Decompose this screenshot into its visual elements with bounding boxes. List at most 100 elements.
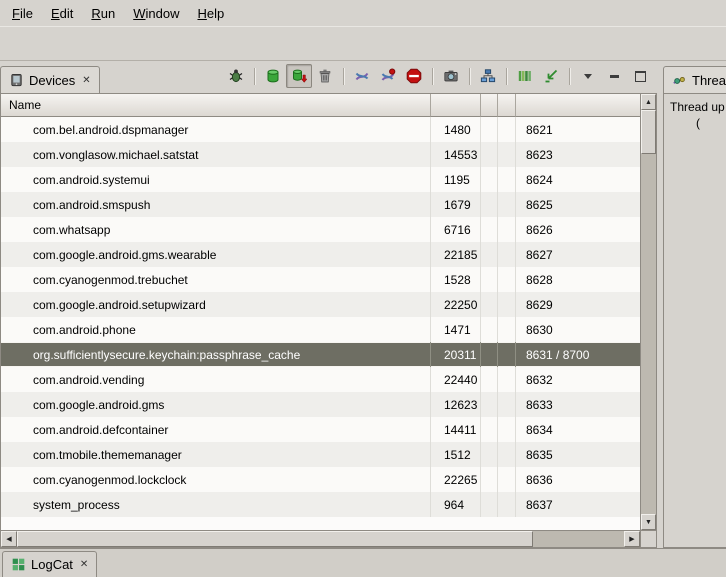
- menu-run[interactable]: Run: [82, 2, 124, 25]
- tab-logcat[interactable]: LogCat ✕: [2, 551, 97, 577]
- table-row[interactable]: org.sufficientlysecure.keychain:passphra…: [1, 342, 640, 367]
- table-row[interactable]: com.cyanogenmod.trebuchet 1528 8628: [1, 267, 640, 292]
- empty-cell: [498, 492, 516, 517]
- ddms-window: FileEditRunWindowHelp Devices ✕: [0, 0, 726, 577]
- process-name: system_process: [33, 498, 120, 512]
- table-row[interactable]: com.android.vending 22440 8632: [1, 367, 640, 392]
- column-header-name[interactable]: Name: [1, 94, 431, 117]
- view-hierarchy-icon[interactable]: [475, 64, 501, 88]
- menu-file[interactable]: File: [3, 2, 42, 25]
- process-name: com.google.android.setupwizard: [33, 298, 206, 312]
- start-method-profiling-icon[interactable]: [375, 64, 401, 88]
- update-threads-icon[interactable]: [349, 64, 375, 88]
- debug-process-icon[interactable]: [223, 64, 249, 88]
- table-row[interactable]: com.android.defcontainer 14411 8634: [1, 417, 640, 442]
- scroll-left-button[interactable]: ◀: [1, 531, 17, 547]
- vertical-scroll-thumb[interactable]: [641, 110, 656, 154]
- table-row[interactable]: com.android.smspush 1679 8625: [1, 192, 640, 217]
- maximize-icon[interactable]: [627, 64, 653, 88]
- process-port: 8636: [526, 473, 553, 487]
- process-port: 8637: [526, 498, 553, 512]
- process-pid: 14553: [444, 148, 477, 162]
- empty-cell: [498, 217, 516, 242]
- process-port: 8630: [526, 323, 553, 337]
- process-pid: 22440: [444, 373, 477, 387]
- toolbar-separator: [506, 68, 507, 85]
- process-port: 8621: [526, 123, 553, 137]
- main-toolbar: [0, 27, 726, 61]
- process-pid: 20311: [444, 348, 476, 362]
- empty-cell: [498, 342, 516, 367]
- table-row[interactable]: com.google.android.setupwizard 22250 862…: [1, 292, 640, 317]
- view-menu-icon[interactable]: [575, 64, 601, 88]
- empty-cell: [481, 242, 498, 267]
- update-heap-icon[interactable]: [260, 64, 286, 88]
- empty-cell: [498, 267, 516, 292]
- table-row[interactable]: com.tmobile.thememanager 1512 8635: [1, 442, 640, 467]
- systrace-icon[interactable]: [512, 64, 538, 88]
- horizontal-scroll-thumb[interactable]: [17, 531, 533, 547]
- table-row[interactable]: com.whatsapp 6716 8626: [1, 217, 640, 242]
- menu-edit[interactable]: Edit: [42, 2, 82, 25]
- scroll-down-button[interactable]: ▼: [641, 514, 656, 530]
- column-header-2[interactable]: [481, 94, 498, 117]
- horizontal-scrollbar[interactable]: ◀ ▶: [1, 530, 640, 547]
- toolbar-separator: [343, 68, 344, 85]
- close-icon[interactable]: ✕: [78, 559, 88, 570]
- table-row[interactable]: com.google.android.gms 12623 8633: [1, 392, 640, 417]
- process-port: 8625: [526, 198, 553, 212]
- process-pid: 1528: [444, 273, 471, 287]
- toolbar-separator: [432, 68, 433, 85]
- threads-tab-strip: Threads ✕: [663, 61, 726, 93]
- empty-cell: [481, 467, 498, 492]
- process-port: 8634: [526, 423, 553, 437]
- process-port: 8628: [526, 273, 553, 287]
- process-pid: 12623: [444, 398, 477, 412]
- tab-devices[interactable]: Devices ✕: [0, 66, 100, 93]
- table-row[interactable]: com.cyanogenmod.lockclock 22265 8636: [1, 467, 640, 492]
- process-name: com.whatsapp: [33, 223, 110, 237]
- table-row[interactable]: com.android.phone 1471 8630: [1, 317, 640, 342]
- process-pid: 1512: [444, 448, 471, 462]
- screen-capture-icon[interactable]: [438, 64, 464, 88]
- empty-cell: [481, 292, 498, 317]
- table-row[interactable]: com.bel.android.dspmanager 1480 8621: [1, 117, 640, 142]
- process-name: com.android.phone: [33, 323, 136, 337]
- vertical-scrollbar[interactable]: ▲ ▼: [640, 94, 656, 530]
- empty-cell: [498, 467, 516, 492]
- empty-cell: [498, 142, 516, 167]
- toolbar-separator: [569, 68, 570, 85]
- tab-logcat-label: LogCat: [31, 557, 73, 572]
- opengl-trace-icon[interactable]: [538, 64, 564, 88]
- column-header-port[interactable]: [516, 94, 640, 117]
- threads-message-line2: (: [670, 114, 726, 130]
- empty-cell: [498, 192, 516, 217]
- stop-process-icon[interactable]: [401, 64, 427, 88]
- menu-help[interactable]: Help: [188, 2, 233, 25]
- process-name: com.bel.android.dspmanager: [33, 123, 188, 137]
- process-name: com.android.defcontainer: [33, 423, 168, 437]
- vertical-scroll-track[interactable]: [641, 110, 656, 514]
- scroll-right-button[interactable]: ▶: [624, 531, 640, 547]
- column-header-pid[interactable]: [431, 94, 481, 117]
- scroll-up-button[interactable]: ▲: [641, 94, 656, 110]
- dump-hprof-icon[interactable]: [286, 64, 312, 88]
- cause-gc-icon[interactable]: [312, 64, 338, 88]
- table-row[interactable]: com.android.systemui 1195 8624: [1, 167, 640, 192]
- menu-window[interactable]: Window: [124, 2, 188, 25]
- empty-cell: [481, 267, 498, 292]
- minimize-icon[interactable]: [601, 64, 627, 88]
- empty-cell: [481, 417, 498, 442]
- process-port: 8632: [526, 373, 553, 387]
- column-header-3[interactable]: [498, 94, 516, 117]
- process-name: com.cyanogenmod.lockclock: [33, 473, 186, 487]
- process-name: org.sufficientlysecure.keychain:passphra…: [33, 348, 300, 362]
- table-row[interactable]: system_process 964 8637: [1, 492, 640, 517]
- table-row[interactable]: com.vonglasow.michael.satstat 14553 8623: [1, 142, 640, 167]
- tab-threads[interactable]: Threads ✕: [663, 66, 726, 93]
- horizontal-scroll-track[interactable]: [533, 531, 624, 547]
- table-row[interactable]: com.google.android.gms.wearable 22185 86…: [1, 242, 640, 267]
- process-name: com.google.android.gms.wearable: [33, 248, 216, 262]
- empty-cell: [481, 392, 498, 417]
- close-icon[interactable]: ✕: [80, 75, 90, 86]
